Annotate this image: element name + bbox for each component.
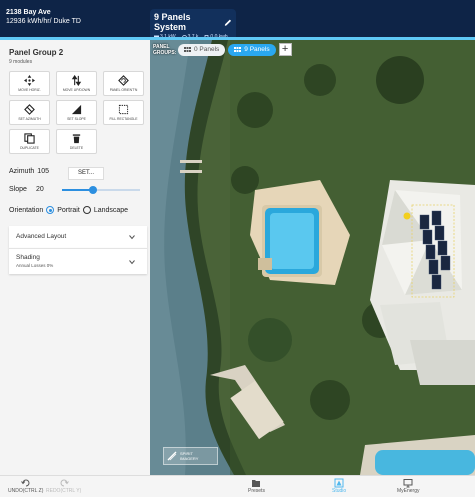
undo-button[interactable]: UNDO(CTRL Z) [8,478,43,494]
pencil-icon[interactable] [224,18,232,27]
panel-group-subtitle: 9 modules [9,59,33,65]
tool-label: MOVE UP/DOWN [62,88,91,92]
rotate-panel-icon [118,75,129,86]
orientation-row: Orientation Portrait Landscape [9,206,128,214]
advanced-layout-accordion[interactable]: Advanced Layout [9,226,147,248]
tool-label: DUPLICATE [20,146,39,150]
slope-label: Slope [9,186,27,193]
chevron-down-icon [129,235,135,240]
shading-accordion[interactable]: Shading Annual Losses 0% [9,248,147,274]
azimuth-label: Azimuth [9,168,35,175]
top-bar: 2138 Bay Ave 12936 kWh/hr/ Duke TD 9 Pan… [0,0,475,40]
imagery-line-2: IMAGERY [180,456,199,461]
panel-group-pill-2[interactable]: 9 Panels [228,43,276,56]
up-down-arrows-icon [71,75,82,86]
redo-button[interactable]: REDO(CTRL Y) [46,478,81,494]
set-azimuth-dialog-button[interactable]: SET... [68,167,104,180]
move-horizontal-button[interactable]: MOVE HORIZ. [9,71,50,96]
panel-group-pill-1[interactable]: 0 Panels [178,43,226,56]
duplicate-button[interactable]: DUPLICATE [9,129,50,154]
myenergy-label: MyEnergy [397,488,420,494]
satellite-map[interactable]: PANEL GROUPS: 0 Panels 9 Panels + SPIRIT… [150,40,475,475]
tool-label: SET AZIMUTH [18,117,41,121]
tab-studio[interactable]: Studio [332,478,346,494]
panel-orientation-button[interactable]: PANEL ORIENT'N [103,71,144,96]
azimuth-icon [24,104,35,115]
landscape-radio[interactable] [82,206,91,214]
panel-group-pill-label: 0 Panels [194,46,220,53]
monitor-icon [403,479,413,488]
portrait-radio[interactable] [46,206,55,214]
redo-label: REDO(CTRL Y) [46,488,82,494]
orientation-label: Orientation [9,206,44,214]
slope-triangle-icon [71,104,82,115]
system-title: 9 Panels System [154,12,191,32]
grid-icon [234,46,242,52]
shading-subtitle: Annual Losses 0% [16,263,54,268]
grid-icon [184,46,191,52]
delete-button[interactable]: DELETE [56,129,97,154]
bottom-bar: UNDO(CTRL Z) REDO(CTRL Y) Presets Studio… [0,475,475,497]
studio-label: Studio [332,488,347,494]
slope-slider-handle[interactable] [89,186,98,194]
azimuth-value: 105 [37,168,49,175]
panel-group-title: Panel Group 2 [9,48,64,57]
redo-icon [60,479,69,487]
tool-label: DELETE [69,146,84,150]
set-slope-button[interactable]: SET SLOPE [56,100,97,125]
undo-icon [20,479,30,487]
move-up-down-button[interactable]: MOVE UP/DOWN [56,71,97,96]
tool-label: SET SLOPE [67,117,86,121]
panel-groups-label: PANEL GROUPS: [153,43,177,56]
landscape-label[interactable]: Landscape [94,207,128,214]
move-arrows-icon [24,75,35,86]
tool-label: FILL RECTANGLE [109,117,138,121]
trash-icon [72,134,81,144]
studio-icon [334,478,344,488]
panel-groups-bar: PANEL GROUPS: 0 Panels 9 Panels + [153,43,292,56]
fill-rectangle-icon [118,104,129,115]
satellite-imagery [150,40,475,475]
tab-presets[interactable]: Presets [248,478,265,494]
imagery-credit: SPIRIT IMAGERY [163,447,218,465]
usage-info: 12936 kWh/hr/ Duke TD [6,18,81,25]
presets-label: Presets [248,488,265,494]
azimuth-row: Azimuth 105 [9,168,49,175]
undo-label: UNDO(CTRL Z) [8,488,44,494]
duplicate-icon [24,133,35,144]
panel-group-pill-label: 9 Panels [244,46,270,53]
shading-title: Shading [16,254,40,261]
slope-value: 20 [36,186,44,193]
slope-slider[interactable] [62,186,140,194]
tool-grid: MOVE HORIZ. MOVE UP/DOWN PANEL ORIENT'N … [9,71,144,154]
fill-rectangle-button[interactable]: FILL RECTANGLE [103,100,144,125]
presets-icon [252,480,261,487]
address: 2138 Bay Ave [6,9,51,16]
set-azimuth-button[interactable]: SET AZIMUTH [9,100,50,125]
advanced-layout-title: Advanced Layout [16,233,67,240]
address-block: 2138 Bay Ave 12936 kWh/hr/ Duke TD [6,8,81,26]
spirit-logo-icon [167,451,177,461]
tool-label: PANEL ORIENT'N [109,88,138,92]
portrait-label[interactable]: Portrait [57,207,80,214]
left-panel: Panel Group 2 9 modules MOVE HORIZ. MOVE… [0,40,150,475]
tool-label: MOVE HORIZ. [18,88,41,92]
system-tab[interactable]: 9 Panels System 3.1 kW 3.7 k 0.0 kwh [150,9,236,40]
tab-myenergy[interactable]: MyEnergy [397,478,420,494]
add-panel-group-button[interactable]: + [278,43,292,56]
chevron-down-icon [129,260,135,265]
